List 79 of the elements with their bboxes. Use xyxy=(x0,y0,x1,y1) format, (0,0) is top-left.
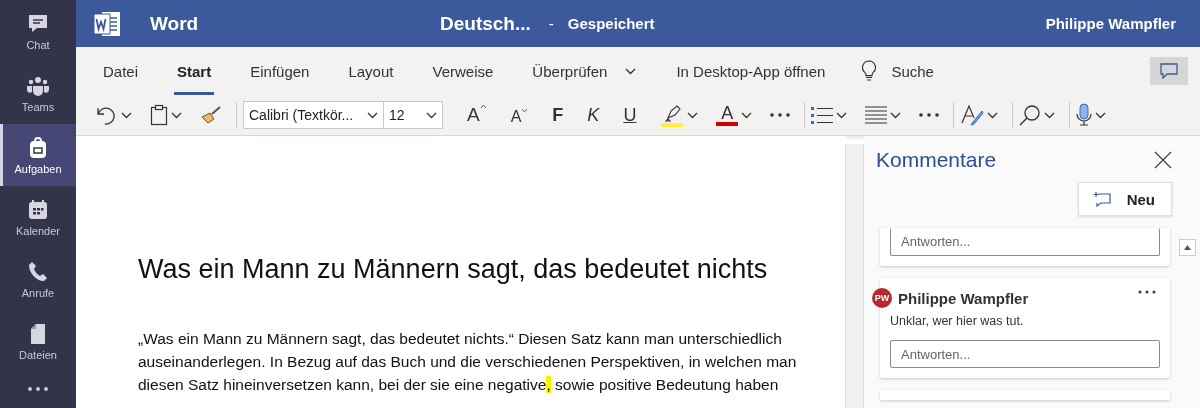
ribbon-tab[interactable]: Layout xyxy=(345,47,397,95)
caret-icon xyxy=(426,111,437,119)
caret-icon xyxy=(836,111,848,119)
rail-label: Aufgaben xyxy=(14,162,62,175)
comment-text: Unklar, wer hier was tut. xyxy=(890,314,1025,328)
document-title[interactable]: Deutsch... xyxy=(440,12,531,35)
new-comment-icon xyxy=(1092,191,1111,207)
font-dropdown[interactable]: Calibri (Textkör... xyxy=(244,102,384,128)
rail-item[interactable]: Chat xyxy=(0,0,76,62)
user-name[interactable]: Philippe Wampfler xyxy=(1045,15,1176,32)
open-desktop-link[interactable]: In Desktop-App öffnen xyxy=(676,62,826,80)
caret-icon xyxy=(121,111,132,119)
bullet-list-icon[interactable] xyxy=(811,106,834,124)
rail-label: Kalender xyxy=(15,224,60,237)
undo-icon[interactable] xyxy=(96,105,118,125)
rail-label: Dateien xyxy=(19,348,57,361)
ribbon-tab[interactable]: Start xyxy=(174,47,215,95)
ribbon-tab[interactable]: Verweise xyxy=(429,47,497,95)
comments-button[interactable] xyxy=(1150,57,1188,85)
reply-field[interactable]: Antworten... xyxy=(890,340,1160,368)
search-field[interactable]: Suche xyxy=(891,62,934,80)
italic-button[interactable]: K xyxy=(587,104,600,126)
app-name: Word xyxy=(150,12,200,35)
font-color-button[interactable]: A xyxy=(721,104,734,122)
align-icon[interactable] xyxy=(865,106,888,124)
rail-item[interactable]: Aufgaben xyxy=(0,124,76,186)
save-status: Gespeichert xyxy=(567,15,655,32)
more-icon[interactable] xyxy=(919,113,940,117)
caret-down-icon xyxy=(521,108,529,113)
triangle-up-icon xyxy=(1184,245,1191,250)
calendar-icon xyxy=(26,197,50,222)
shrink-font-button[interactable]: A xyxy=(510,108,529,126)
ribbon-tab[interactable]: Überprüfen xyxy=(529,47,611,95)
grow-font-button[interactable]: A xyxy=(467,104,487,126)
document-paragraph: „Was ein Mann zu Männern sagt, das bedeutet nichts.“ Diesen Satz kann man unterschiedlich auseinanderlegen. In Bezug auf das Buch und die verschiedenen Perspektiven, in welchen man diesen Satz hineinversetzen kann, bei der sie eine negative, sowie positive Bedeutung haben xyxy=(138,329,798,395)
caret-icon xyxy=(367,111,378,119)
caret-icon xyxy=(741,111,753,119)
caret-icon xyxy=(171,111,182,119)
caret-up-icon xyxy=(479,104,487,109)
rail-label: Teams xyxy=(21,100,55,113)
comment-icon xyxy=(1160,63,1178,79)
pane-title: Kommentare xyxy=(876,148,997,172)
reply-field[interactable]: Antworten... xyxy=(890,228,1160,256)
rail-item[interactable]: Teams xyxy=(0,62,76,124)
format-painter-icon[interactable] xyxy=(200,105,222,125)
styles-icon[interactable] xyxy=(960,103,985,127)
microphone-icon[interactable] xyxy=(1076,103,1093,127)
more-icon[interactable] xyxy=(26,386,50,392)
caret-icon xyxy=(987,111,999,119)
search-icon[interactable] xyxy=(1019,104,1042,126)
caret-icon xyxy=(687,111,699,119)
rail-label: Chat xyxy=(26,38,50,51)
rail-item[interactable]: Anrufe xyxy=(0,248,76,310)
rail-item[interactable]: Kalender xyxy=(0,186,76,248)
chevron-icon xyxy=(625,67,637,75)
ribbon-tab[interactable]: Einfügen xyxy=(247,47,313,95)
clipboard-icon[interactable] xyxy=(150,104,168,126)
title-separator: - xyxy=(548,15,554,32)
document-heading: Was ein Mann zu Männern sagt, das bedeutet nichts xyxy=(138,254,769,285)
font-size-dropdown[interactable]: 12 xyxy=(384,102,442,128)
more-icon[interactable] xyxy=(770,113,791,117)
bold-button[interactable]: F xyxy=(552,104,564,126)
rail-label: Anrufe xyxy=(21,286,55,299)
user-avatar: PW xyxy=(872,288,892,308)
caret-icon xyxy=(1095,111,1107,119)
highlighter-icon[interactable] xyxy=(660,103,685,127)
new-comment-button[interactable]: Neu xyxy=(1077,182,1172,216)
comment-author: Philippe Wampfler xyxy=(898,289,1029,307)
rail-item[interactable]: Dateien xyxy=(0,310,76,372)
underline-button[interactable]: U xyxy=(623,104,637,126)
ribbon-tab[interactable]: Datei xyxy=(100,47,142,95)
close-icon[interactable] xyxy=(1154,151,1172,169)
lightbulb-icon xyxy=(861,60,878,82)
scroll-up-button[interactable] xyxy=(1179,239,1196,256)
scrollbar[interactable] xyxy=(845,144,864,408)
phone-icon xyxy=(26,259,50,284)
more-icon[interactable] xyxy=(1138,290,1156,294)
caret-icon xyxy=(1044,111,1056,119)
caret-icon xyxy=(890,111,902,119)
